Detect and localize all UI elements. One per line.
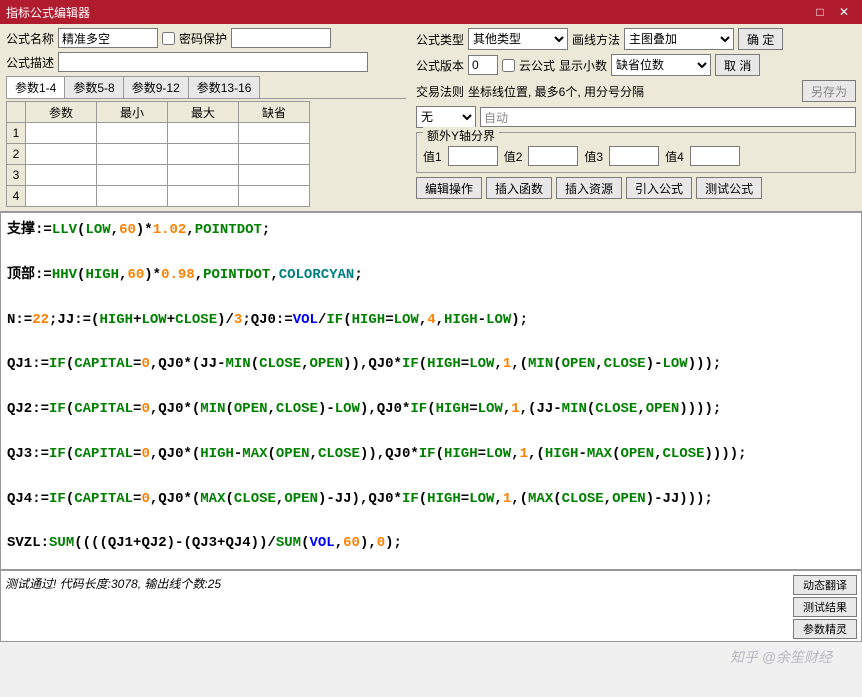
cell[interactable] bbox=[239, 165, 309, 185]
col-param: 参数 bbox=[26, 102, 96, 122]
col-min: 最小 bbox=[97, 102, 167, 122]
cell[interactable] bbox=[168, 186, 238, 206]
desc-label: 公式描述 bbox=[6, 54, 54, 71]
tab-params-9-12[interactable]: 参数9-12 bbox=[123, 76, 189, 98]
pwd-input[interactable] bbox=[231, 28, 331, 48]
pwd-label: 密码保护 bbox=[179, 30, 227, 47]
rule-hint: 坐标线位置, 最多6个, 用分号分隔 bbox=[468, 83, 798, 100]
name-label: 公式名称 bbox=[6, 30, 54, 47]
extra-y-fieldset: 额外Y轴分界 值1 值2 值3 值4 bbox=[416, 132, 856, 173]
decimals-select[interactable]: 缺省位数 bbox=[611, 54, 711, 76]
watermark: 知乎 @余笙财经 bbox=[730, 647, 832, 667]
cell[interactable] bbox=[26, 123, 96, 143]
param-grid: 参数 最小 最大 缺省 1 2 3 4 bbox=[6, 101, 310, 207]
draw-label: 画线方法 bbox=[572, 31, 620, 48]
status-message: 测试通过! 代码长度:3078, 输出线个数:25 bbox=[5, 575, 793, 637]
cell[interactable] bbox=[168, 165, 238, 185]
close-icon[interactable]: ✕ bbox=[832, 5, 856, 19]
ref-formula-button[interactable]: 引入公式 bbox=[626, 177, 692, 199]
tab-params-13-16[interactable]: 参数13-16 bbox=[188, 76, 261, 98]
tab-params-5-8[interactable]: 参数5-8 bbox=[64, 76, 123, 98]
tab-params-1-4[interactable]: 参数1-4 bbox=[6, 76, 65, 98]
v4-input[interactable] bbox=[690, 146, 740, 166]
col-default: 缺省 bbox=[239, 102, 309, 122]
insert-res-button[interactable]: 插入资源 bbox=[556, 177, 622, 199]
code-editor[interactable]: 支撑:=LLV(LOW,60)*1.02,POINTDOT; 顶部:=HHV(H… bbox=[0, 212, 862, 570]
v3-input[interactable] bbox=[609, 146, 659, 166]
param-wizard-button[interactable]: 参数精灵 bbox=[793, 619, 857, 639]
cell[interactable] bbox=[239, 144, 309, 164]
rule-select[interactable]: 无 bbox=[416, 106, 476, 128]
cell[interactable] bbox=[26, 144, 96, 164]
decimals-label: 显示小数 bbox=[559, 57, 607, 74]
insert-func-button[interactable]: 插入函数 bbox=[486, 177, 552, 199]
cell[interactable] bbox=[26, 186, 96, 206]
auto-input[interactable] bbox=[480, 107, 856, 127]
test-result-button[interactable]: 测试结果 bbox=[793, 597, 857, 617]
window-title: 指标公式编辑器 bbox=[6, 4, 808, 21]
cell[interactable] bbox=[97, 123, 167, 143]
ok-button[interactable]: 确 定 bbox=[738, 28, 783, 50]
edit-op-button[interactable]: 编辑操作 bbox=[416, 177, 482, 199]
titlebar: 指标公式编辑器 □ ✕ bbox=[0, 0, 862, 24]
type-label: 公式类型 bbox=[416, 31, 464, 48]
v1-input[interactable] bbox=[448, 146, 498, 166]
desc-input[interactable] bbox=[58, 52, 368, 72]
cell[interactable] bbox=[97, 144, 167, 164]
extra-y-legend: 额外Y轴分界 bbox=[423, 127, 499, 144]
version-input[interactable] bbox=[468, 55, 498, 75]
pwd-checkbox[interactable] bbox=[162, 32, 175, 45]
cell[interactable] bbox=[168, 144, 238, 164]
test-formula-button[interactable]: 测试公式 bbox=[696, 177, 762, 199]
rule-label: 交易法则 bbox=[416, 83, 464, 100]
toolbar: 公式名称 密码保护 公式描述 参数1-4 参数5-8 参数9-12 参数13-1… bbox=[0, 24, 862, 212]
status-bar: 测试通过! 代码长度:3078, 输出线个数:25 动态翻译 测试结果 参数精灵 bbox=[0, 570, 862, 642]
cell[interactable] bbox=[26, 165, 96, 185]
param-tabs: 参数1-4 参数5-8 参数9-12 参数13-16 bbox=[6, 76, 406, 99]
saveas-button[interactable]: 另存为 bbox=[802, 80, 856, 102]
cell[interactable] bbox=[239, 186, 309, 206]
type-select[interactable]: 其他类型 bbox=[468, 28, 568, 50]
cell[interactable] bbox=[168, 123, 238, 143]
dyn-trans-button[interactable]: 动态翻译 bbox=[793, 575, 857, 595]
v2-input[interactable] bbox=[528, 146, 578, 166]
cell[interactable] bbox=[239, 123, 309, 143]
version-label: 公式版本 bbox=[416, 57, 464, 74]
cell[interactable] bbox=[97, 165, 167, 185]
draw-select[interactable]: 主图叠加 bbox=[624, 28, 734, 50]
cell[interactable] bbox=[97, 186, 167, 206]
cloud-label: 云公式 bbox=[519, 57, 555, 74]
name-input[interactable] bbox=[58, 28, 158, 48]
col-max: 最大 bbox=[168, 102, 238, 122]
cloud-checkbox[interactable] bbox=[502, 59, 515, 72]
cancel-button[interactable]: 取 消 bbox=[715, 54, 760, 76]
minimize-icon[interactable]: □ bbox=[808, 5, 832, 19]
